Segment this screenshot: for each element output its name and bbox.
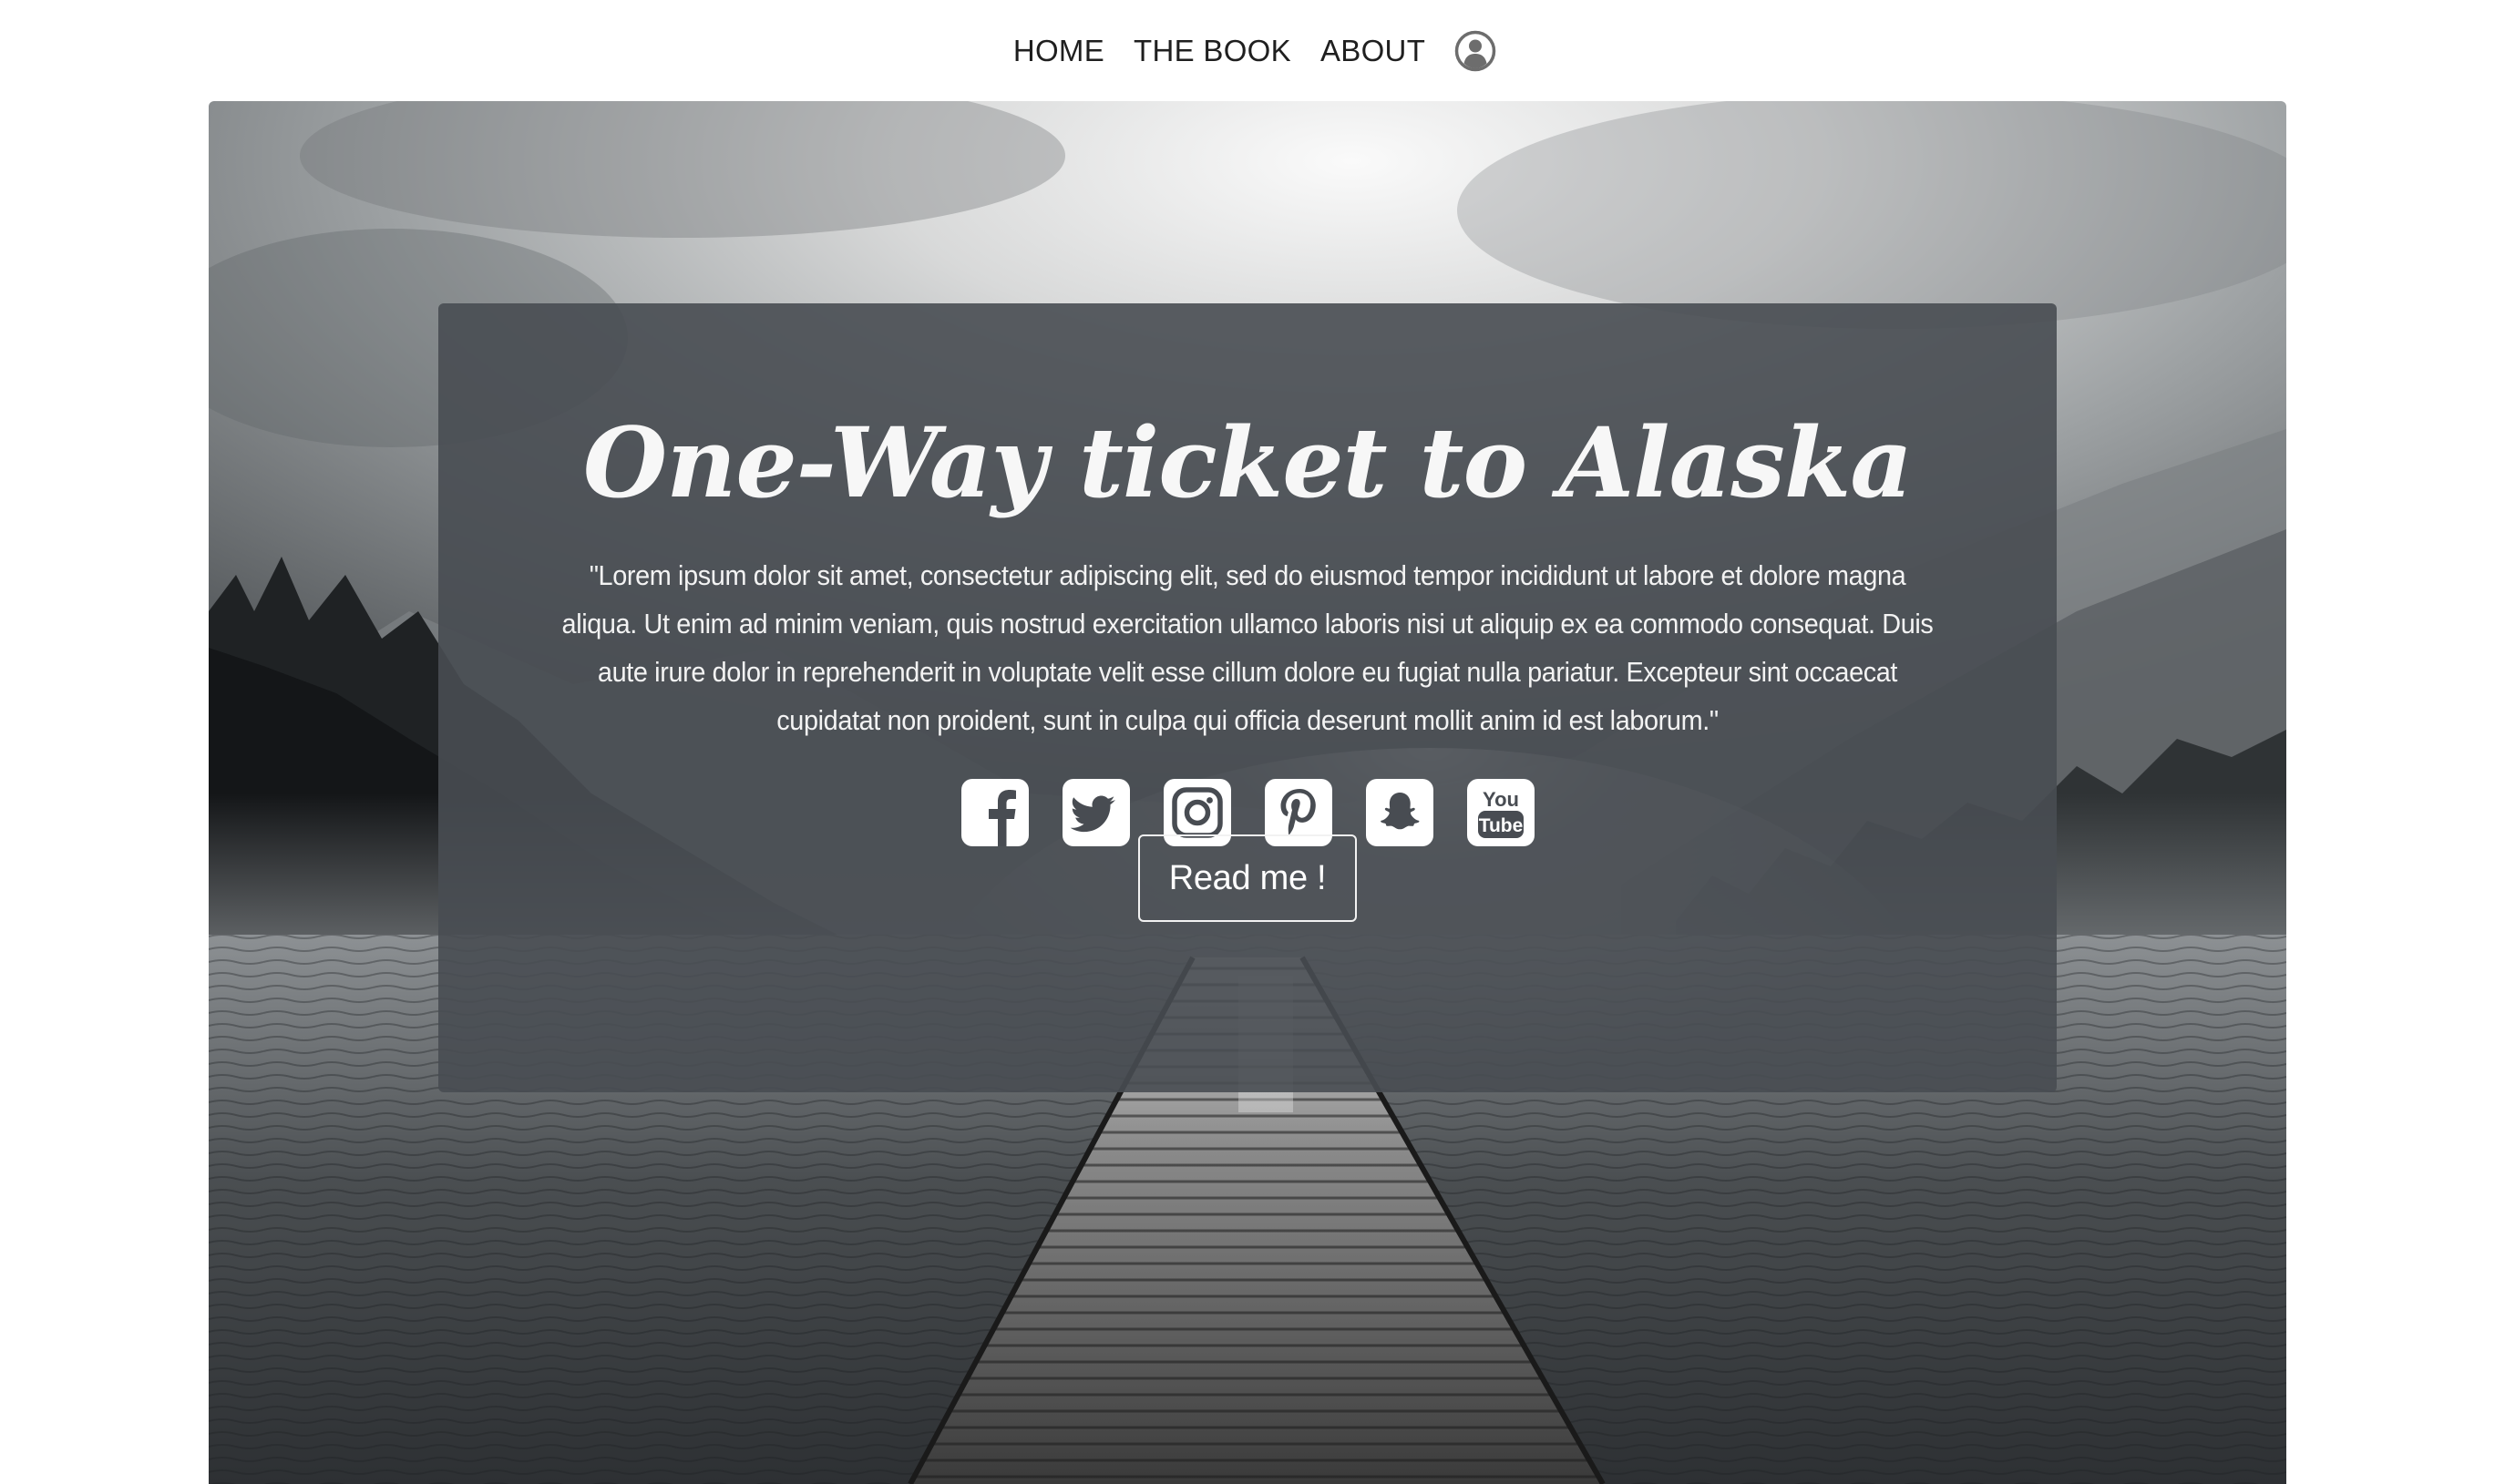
- facebook-icon[interactable]: [960, 779, 1029, 846]
- nav-link-about[interactable]: ABOUT: [1320, 34, 1425, 68]
- hero-card: One-Way ticket to Alaska "Lorem ipsum do…: [438, 303, 2057, 1092]
- user-circle-icon[interactable]: [1454, 30, 1496, 72]
- nav-link-the-book[interactable]: THE BOOK: [1134, 34, 1291, 68]
- hero-title: One-Way ticket to Alaska: [582, 405, 1913, 519]
- snapchat-icon[interactable]: [1365, 779, 1433, 846]
- page: HOME THE BOOK ABOUT One-Way ticket to Al…: [0, 0, 2495, 1484]
- read-me-button[interactable]: Read me !: [1138, 834, 1357, 922]
- twitter-icon[interactable]: [1062, 779, 1130, 846]
- top-navigation: HOME THE BOOK ABOUT: [0, 0, 2495, 101]
- hero-quote: "Lorem ipsum dolor sit amet, consectetur…: [561, 559, 1934, 736]
- nav-link-home[interactable]: HOME: [1013, 34, 1104, 68]
- youtube-icon[interactable]: You Tube: [1466, 779, 1535, 846]
- hero-section: One-Way ticket to Alaska "Lorem ipsum do…: [209, 101, 2286, 1484]
- nav-list: HOME THE BOOK ABOUT: [999, 30, 1496, 72]
- youtube-tube-text: Tube: [1478, 815, 1523, 836]
- youtube-you-text: You: [1483, 788, 1519, 811]
